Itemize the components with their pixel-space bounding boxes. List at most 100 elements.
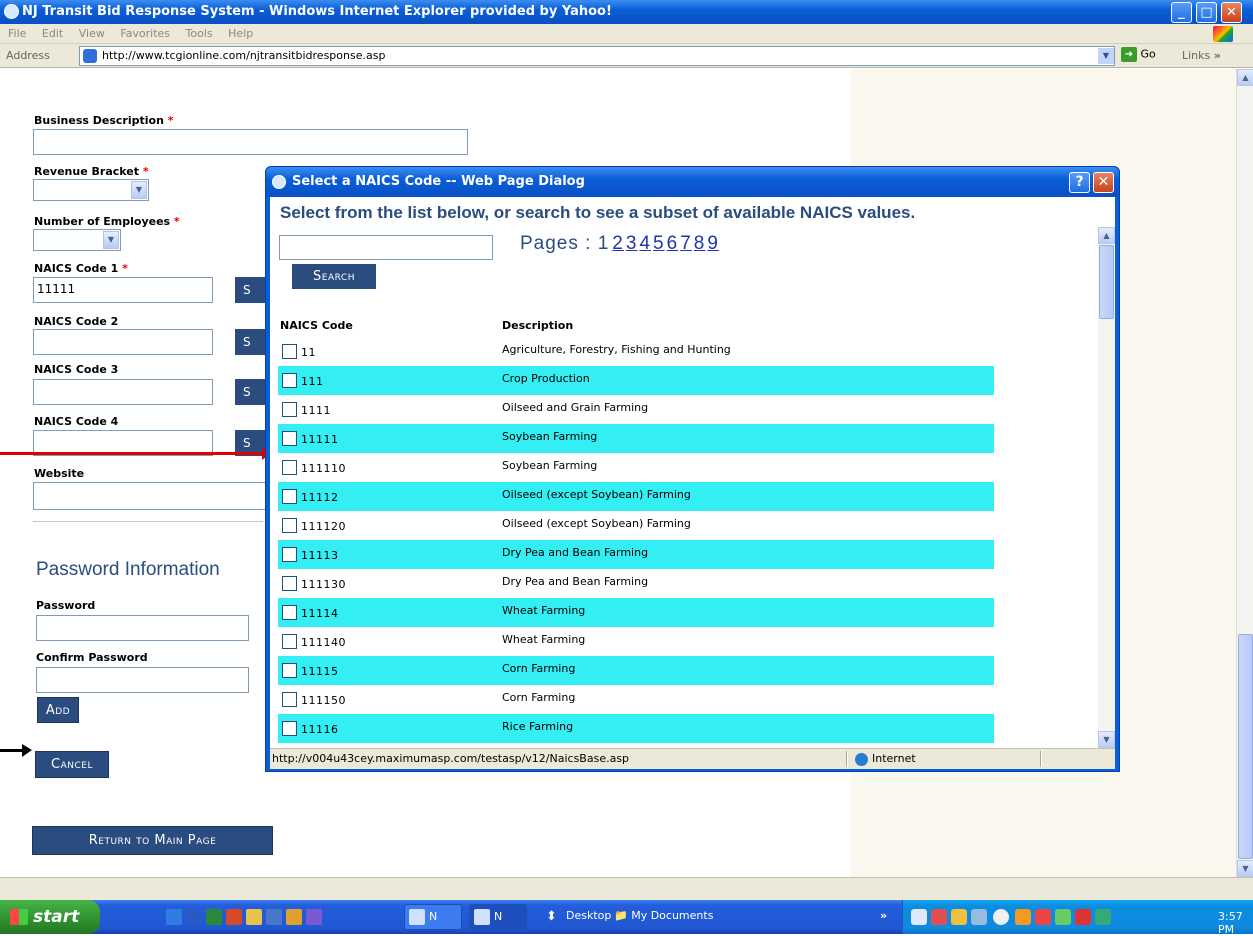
page-link-6[interactable]: 6 (667, 233, 679, 254)
page-scrollbar[interactable]: ▲ ▼ (1236, 69, 1253, 877)
business-description-input[interactable] (33, 129, 468, 155)
close-button[interactable]: ✕ (1221, 2, 1242, 23)
naics-row: 11113 Dry Pea and Bean Farming (278, 540, 994, 569)
row-checkbox[interactable] (282, 576, 297, 591)
powerpoint-quicklaunch-icon[interactable] (226, 909, 242, 925)
row-checkbox[interactable] (282, 721, 297, 736)
menu-edit[interactable]: Edit (36, 24, 69, 40)
tray-network-icon[interactable] (971, 909, 987, 925)
tray-pen-icon[interactable] (951, 909, 967, 925)
minimize-button[interactable]: _ (1171, 2, 1192, 23)
word-doc-icon (409, 909, 425, 925)
pages-label: Pages : (520, 233, 592, 254)
naics-code: 111150 (301, 694, 346, 707)
row-checkbox[interactable] (282, 518, 297, 533)
naics3-input[interactable] (33, 379, 213, 405)
excel-quicklaunch-icon[interactable] (206, 909, 222, 925)
naics-search-input[interactable] (279, 235, 493, 260)
scroll-down-icon[interactable]: ▼ (1098, 731, 1115, 748)
start-button[interactable]: start (0, 900, 100, 934)
tray-app-icon[interactable] (931, 909, 947, 925)
taskbar-ie-window[interactable]: N (469, 904, 527, 930)
naics2-input[interactable] (33, 329, 213, 355)
tray-clock-icon[interactable] (1015, 909, 1031, 925)
dialog-help-button[interactable]: ? (1069, 172, 1090, 193)
ie-quicklaunch-icon[interactable] (166, 909, 182, 925)
row-checkbox[interactable] (282, 634, 297, 649)
page-link-9[interactable]: 9 (707, 233, 719, 254)
cancel-button[interactable]: Cancel (35, 751, 109, 778)
page-link-3[interactable]: 3 (626, 233, 638, 254)
row-checkbox[interactable] (282, 344, 297, 359)
naics-code: 11114 (301, 607, 339, 620)
website-input[interactable] (33, 482, 273, 510)
scroll-thumb[interactable] (1238, 634, 1253, 859)
row-checkbox[interactable] (282, 663, 297, 678)
naics2-search-button[interactable]: S (235, 329, 265, 355)
chevron-down-icon: ▼ (131, 181, 147, 199)
address-dropdown-icon[interactable]: ▼ (1098, 48, 1114, 64)
naics1-search-button[interactable]: S (235, 277, 265, 303)
chevron-down-icon: ▼ (103, 231, 119, 249)
naics1-input[interactable]: 11111 (33, 277, 213, 303)
folder-quicklaunch-icon[interactable] (246, 909, 262, 925)
menu-help[interactable]: Help (222, 24, 259, 40)
confirm-password-input[interactable] (36, 667, 249, 693)
tray-security-icon[interactable] (1035, 909, 1051, 925)
page-link-4[interactable]: 4 (639, 233, 651, 254)
search-button[interactable]: Search (292, 264, 376, 289)
my-documents-toolbar[interactable]: 📁 My Documents (614, 909, 713, 922)
toolbar-expand-icon[interactable]: ⬍ (546, 909, 557, 924)
row-checkbox[interactable] (282, 402, 297, 417)
go-button[interactable]: ➜ Go (1121, 47, 1156, 62)
address-input[interactable]: http://www.tcgionline.com/njtransitbidre… (79, 46, 1115, 66)
tray-tool-icon[interactable] (911, 909, 927, 925)
return-to-main-page-button[interactable]: Return to Main Page (32, 826, 273, 855)
page-link-7[interactable]: 7 (680, 233, 692, 254)
page-link-8[interactable]: 8 (694, 233, 706, 254)
my-documents-label: My Documents (631, 909, 714, 922)
row-checkbox[interactable] (282, 692, 297, 707)
dialog-scrollbar[interactable]: ▲ ▼ (1098, 227, 1115, 748)
page-link-2[interactable]: 2 (612, 233, 624, 254)
revenue-bracket-select[interactable]: ▼ (33, 179, 149, 201)
scroll-thumb[interactable] (1099, 245, 1114, 319)
desktop-toolbar[interactable]: Desktop (566, 909, 611, 922)
naics-row: 111120 Oilseed (except Soybean) Farming (278, 511, 994, 540)
add-button[interactable]: Add (37, 697, 79, 723)
row-checkbox[interactable] (282, 431, 297, 446)
tray-antivirus-icon[interactable] (1075, 909, 1091, 925)
taskbar-word-window[interactable]: N (404, 904, 462, 930)
menu-file[interactable]: File (0, 24, 32, 40)
employees-select[interactable]: ▼ (33, 229, 121, 251)
tray-back-icon[interactable] (993, 909, 1009, 925)
dialog-close-button[interactable]: ✕ (1093, 172, 1114, 193)
row-checkbox[interactable] (282, 605, 297, 620)
scroll-up-icon[interactable]: ▲ (1237, 69, 1253, 86)
menu-favorites[interactable]: Favorites (114, 24, 176, 40)
row-checkbox[interactable] (282, 547, 297, 562)
app2-quicklaunch-icon[interactable] (306, 909, 322, 925)
word-quicklaunch-icon[interactable] (186, 909, 202, 925)
scroll-up-icon[interactable]: ▲ (1098, 227, 1115, 244)
naics-description: Corn Farming (502, 691, 576, 704)
menu-tools[interactable]: Tools (180, 24, 219, 40)
maximize-button[interactable]: □ (1196, 2, 1217, 23)
password-input[interactable] (36, 615, 249, 641)
tray-messenger-icon[interactable] (1095, 909, 1111, 925)
row-checkbox[interactable] (282, 460, 297, 475)
clock-quicklaunch-icon[interactable] (286, 909, 302, 925)
naics-code: 11112 (301, 491, 339, 504)
menu-view[interactable]: View (73, 24, 111, 40)
naics3-search-button[interactable]: S (235, 379, 265, 405)
black-arrow-icon (22, 744, 32, 757)
address-label: Address (6, 49, 50, 62)
tray-update-icon[interactable] (1055, 909, 1071, 925)
row-checkbox[interactable] (282, 373, 297, 388)
page-link-5[interactable]: 5 (653, 233, 665, 254)
app-quicklaunch-icon[interactable] (266, 909, 282, 925)
links-button[interactable]: Links » (1182, 49, 1221, 62)
toolbar-chevron-icon[interactable]: » (880, 909, 887, 922)
scroll-down-icon[interactable]: ▼ (1237, 860, 1253, 877)
row-checkbox[interactable] (282, 489, 297, 504)
